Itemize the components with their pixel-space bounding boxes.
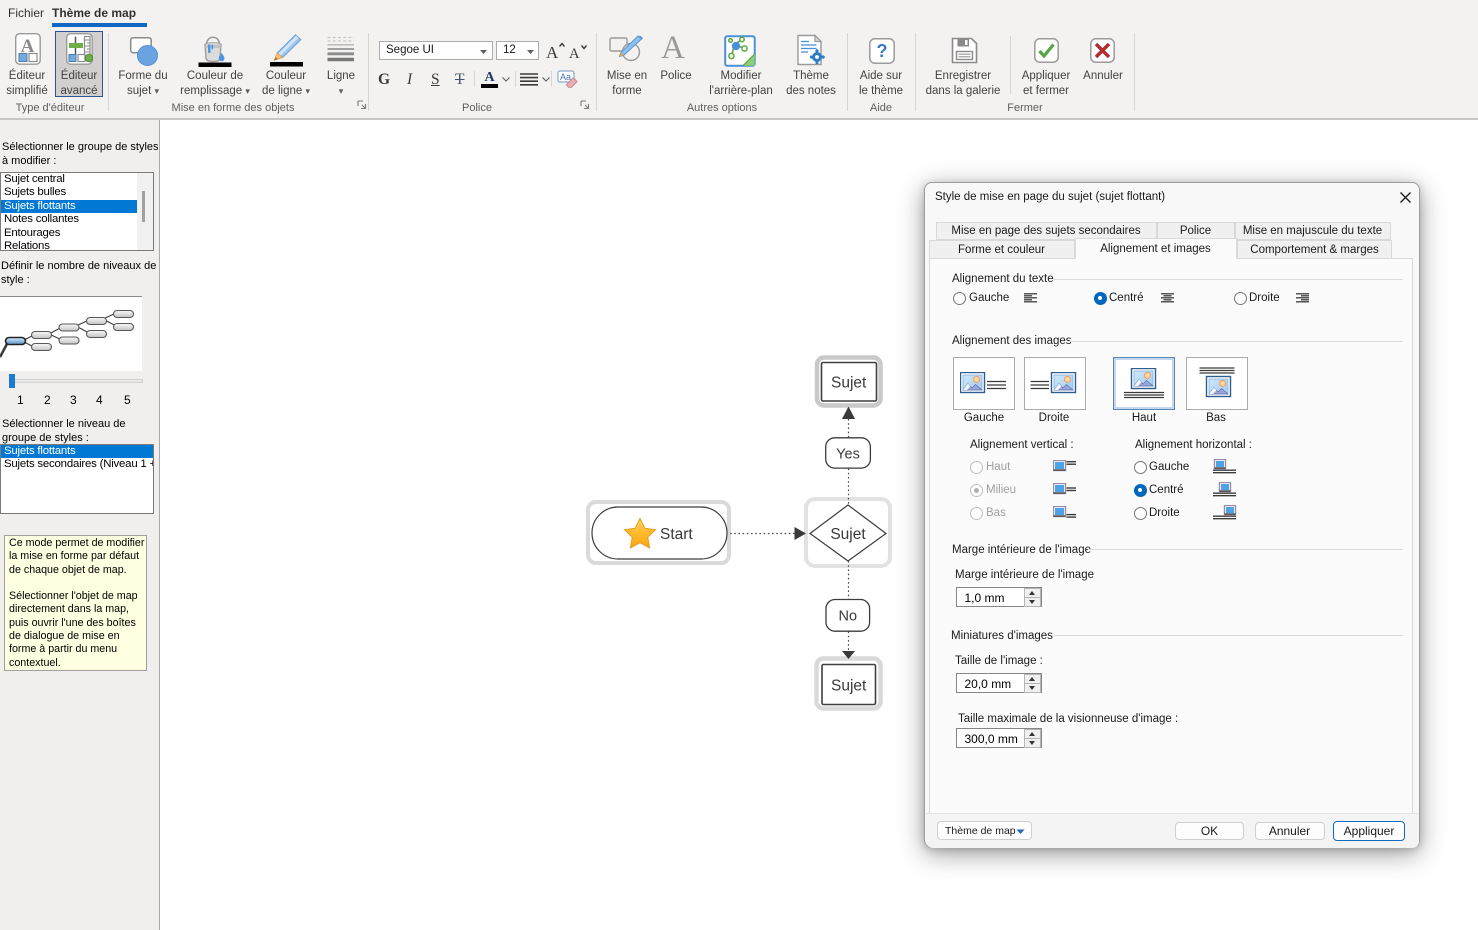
svg-text:Sujet: Sujet	[830, 526, 866, 543]
svg-text:Sujet: Sujet	[831, 375, 867, 392]
svg-text:Aa: Aa	[560, 72, 571, 82]
svg-text:No: No	[839, 609, 858, 625]
svg-text:Yes: Yes	[836, 447, 860, 463]
svg-text:Sujet: Sujet	[831, 678, 867, 695]
svg-text:?: ?	[877, 41, 888, 61]
svg-text:Start: Start	[660, 526, 693, 543]
svg-text:A: A	[569, 46, 580, 60]
svg-text:A: A	[546, 43, 559, 60]
